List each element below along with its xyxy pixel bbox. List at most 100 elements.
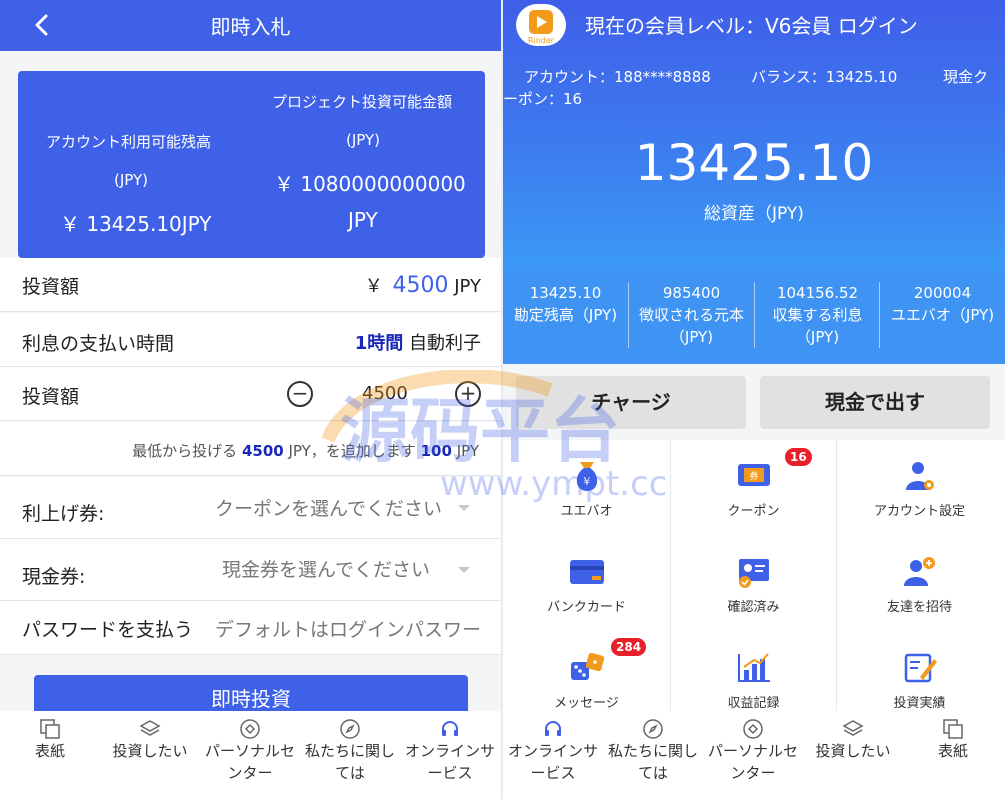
account-balance-label: アカウント利用可能残高 (46, 133, 212, 151)
money-bag-icon: ¥ (576, 462, 597, 491)
invest-amount-value: ￥ 4500 JPY (365, 272, 481, 298)
bottom-tab-bar: 表紙 投資したい パーソナルセンター 私たちに関しては オンラインサービス (0, 711, 501, 799)
account-text: アカウント：188****8888 (524, 68, 711, 86)
tab-personal-center[interactable]: パーソナルセンター (703, 711, 803, 784)
grid-label: ユエバオ (560, 504, 613, 519)
grid-label: 友達を招待 (886, 600, 952, 615)
interest-hours: 1時間 (354, 333, 404, 354)
grid-item-investment-record[interactable]: 投資実績 (836, 650, 1003, 711)
interest-time-value: 1時間 自動利子 (355, 329, 481, 355)
home-icon (943, 719, 963, 739)
stat-yuebao: 200004 ユエバオ（JPY) (880, 282, 1005, 326)
stat-account-balance: 13425.10 勘定残高（JPY) (503, 282, 628, 326)
grid-item-verified[interactable]: 確認済み (670, 554, 837, 615)
bar-chart-icon (737, 653, 770, 682)
header: 即時入札 (0, 0, 501, 51)
message-badge: 284 (611, 638, 647, 656)
password-input[interactable]: デフォルトはログインパスワー (215, 615, 481, 642)
coupon-select[interactable]: クーポンを選んでください (215, 494, 442, 521)
hint-step-value: 100 (420, 442, 452, 460)
balance-card: プロジェクト投資可能金額 アカウント利用可能残高 (JPY) (JPY) ￥ 1… (18, 71, 485, 258)
hint-text: 最低から投げる (132, 442, 238, 460)
svg-text:券: 券 (749, 470, 758, 482)
grid-label: バンクカード (547, 600, 626, 615)
invest-amount-number: 4500 (392, 273, 449, 298)
charge-button[interactable]: チャージ (516, 376, 746, 429)
tab-about-us[interactable]: 私たちに関しては (603, 711, 703, 784)
layers-icon (139, 720, 161, 736)
layers-icon (842, 720, 864, 736)
increment-button[interactable]: + (455, 381, 481, 407)
id-card-icon (738, 559, 769, 588)
interest-time-row: 利息の支払い時間 1時間 自動利子 (0, 313, 501, 367)
cash-coupon-select[interactable]: 現金券を選んでください (222, 555, 430, 582)
brand-logo: Rinder (516, 4, 566, 46)
tab-label: 私たちに関しては (304, 742, 395, 782)
tab-home[interactable]: 表紙 (903, 711, 1003, 762)
balance-text: バランス：13425.10 (751, 68, 898, 86)
headset-icon (545, 721, 561, 736)
tab-invest[interactable]: 投資したい (100, 711, 200, 762)
quantity-stepper-value[interactable]: 4500 (362, 383, 408, 404)
cash-coupon-count: ーポン：16 (503, 90, 583, 108)
interest-time-label: 利息の支払い時間 (22, 333, 175, 355)
screenshot-root: 即時入札 プロジェクト投資可能金額 アカウント利用可能残高 (JPY) (JPY… (0, 0, 1005, 799)
ticket-icon: 券 (737, 464, 770, 486)
stat-interest: 104156.52 収集する利息（JPY) (755, 282, 880, 348)
project-amount-unit: (JPY) (346, 131, 381, 149)
tab-label: 私たちに関しては (607, 742, 698, 782)
currency-symbol: ￥ (364, 276, 383, 297)
password-row: パスワードを支払う デフォルトはログインパスワー (0, 601, 501, 655)
stat-label: 徴収される元本（JPY) (638, 306, 744, 346)
coupon-badge: 16 (785, 448, 812, 466)
hint-text: JPY，を追加します (288, 442, 416, 460)
tab-invest[interactable]: 投資したい (803, 711, 903, 762)
tab-label: パーソナルセンター (204, 742, 295, 782)
grid-label: アカウント設定 (873, 504, 965, 519)
grid-label: 収益記録 (727, 696, 780, 711)
stats-bar: 13425.10 勘定残高（JPY) 985400 徴収される元本（JPY) 1… (503, 270, 1005, 364)
grid-item-coupon[interactable]: 券 クーポン (670, 458, 837, 519)
compass-icon (340, 719, 360, 739)
tab-label: オンラインサービス (404, 742, 495, 782)
grid-item-invite-friends[interactable]: 友達を招待 (836, 554, 1003, 615)
compass-icon (643, 719, 663, 739)
tab-about-us[interactable]: 私たちに関しては (300, 711, 400, 784)
member-hero: Rinder 現在の会員レベル：V6会員 ログイン アカウント：188****8… (503, 0, 1005, 270)
bid-page: 即時入札 プロジェクト投資可能金額 アカウント利用可能残高 (JPY) (JPY… (0, 0, 501, 799)
tab-personal-center[interactable]: パーソナルセンター (200, 711, 300, 784)
hint-row: 最低から投げる 4500 JPY，を追加します 100 JPY (0, 422, 501, 476)
add-user-icon (903, 557, 935, 586)
chevron-down-icon (458, 567, 470, 573)
cash-coupon-row: 現金券: 現金券を選んでください (0, 539, 501, 601)
account-balance-unit: (JPY) (114, 171, 149, 189)
tab-online-service[interactable]: オンラインサービス (400, 711, 500, 784)
edit-document-icon (904, 653, 937, 683)
tab-label: パーソナルセンター (707, 742, 798, 782)
project-amount-label: プロジェクト投資可能金額 (272, 93, 453, 111)
chevron-down-icon (458, 505, 470, 511)
grid-item-yuebao[interactable]: ¥ ユエバオ (503, 458, 670, 519)
tab-online-service[interactable]: オンラインサービス (503, 711, 603, 784)
headset-icon (442, 721, 458, 736)
withdraw-button[interactable]: 現金で出す (760, 376, 990, 429)
stat-value: 104156.52 (776, 284, 859, 302)
page-title: 即時入札 (210, 15, 291, 39)
grid-item-messages[interactable]: メッセージ (503, 650, 670, 711)
stat-label: ユエバオ（JPY) (890, 306, 995, 324)
grid-item-earnings-record[interactable]: 収益記録 (670, 650, 837, 711)
grid-label: メッセージ (554, 696, 619, 711)
grid-label: クーポン (727, 504, 780, 519)
account-balance-value: ￥ 13425.10JPY (60, 212, 212, 236)
decrement-button[interactable]: − (287, 381, 313, 407)
home-icon (40, 719, 60, 739)
grid-item-account-settings[interactable]: アカウント設定 (836, 458, 1003, 519)
password-label: パスワードを支払う (22, 619, 194, 641)
stat-value: 985400 (662, 284, 721, 302)
member-level-title[interactable]: 現在の会員レベル：V6会員 ログイン (585, 10, 918, 39)
bottom-tab-bar: オンラインサービス 私たちに関しては パーソナルセンター 投資したい 表紙 (503, 711, 1005, 799)
grid-item-bank-card[interactable]: バンクカード (503, 554, 670, 615)
tab-home[interactable]: 表紙 (0, 711, 100, 762)
min-invest-hint: 最低から投げる 4500 JPY，を追加します 100 JPY (132, 440, 479, 461)
hint-text: JPY (456, 442, 479, 460)
